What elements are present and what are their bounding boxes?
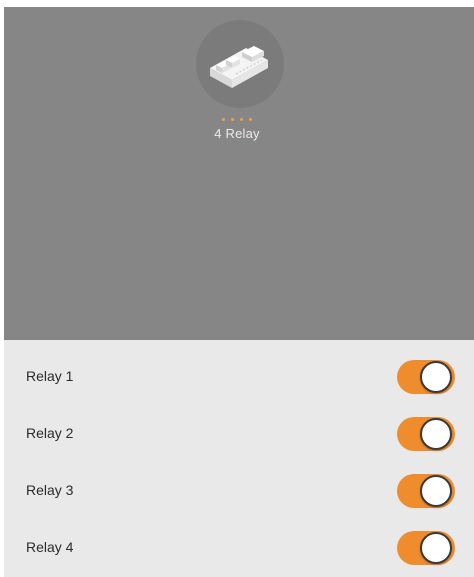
status-dot (249, 118, 252, 121)
relay-label: Relay 4 (26, 539, 74, 555)
device-name: 4 Relay (214, 126, 260, 141)
relay-row-4: Relay 4 (4, 511, 474, 568)
relay-label: Relay 1 (26, 368, 74, 384)
status-dot (240, 118, 243, 121)
toggle-knob (420, 532, 452, 564)
toggle-knob (420, 418, 452, 450)
toggle-knob (420, 475, 452, 507)
status-dot (231, 118, 234, 121)
status-dot (222, 118, 225, 121)
relay-row-2: Relay 2 (4, 397, 474, 454)
relay-4-toggle[interactable] (397, 531, 455, 565)
relay-row-3: Relay 3 (4, 454, 474, 511)
relay-row-1: Relay 1 (4, 340, 474, 397)
relay-2-toggle[interactable] (397, 417, 455, 451)
relay-label: Relay 3 (26, 482, 74, 498)
relay-label: Relay 2 (26, 425, 74, 441)
relay-list: Relay 1 Relay 2 Relay 3 Relay 4 (4, 340, 474, 577)
relay-control-screen: 4 Relay Relay 1 Relay 2 Relay 3 Relay 4 (0, 0, 474, 577)
device-status-dots (222, 118, 252, 121)
relay-3-toggle[interactable] (397, 474, 455, 508)
device-avatar[interactable] (196, 20, 284, 108)
toggle-knob (420, 361, 452, 393)
relay-1-toggle[interactable] (397, 360, 455, 394)
relay-module-icon (210, 46, 268, 88)
